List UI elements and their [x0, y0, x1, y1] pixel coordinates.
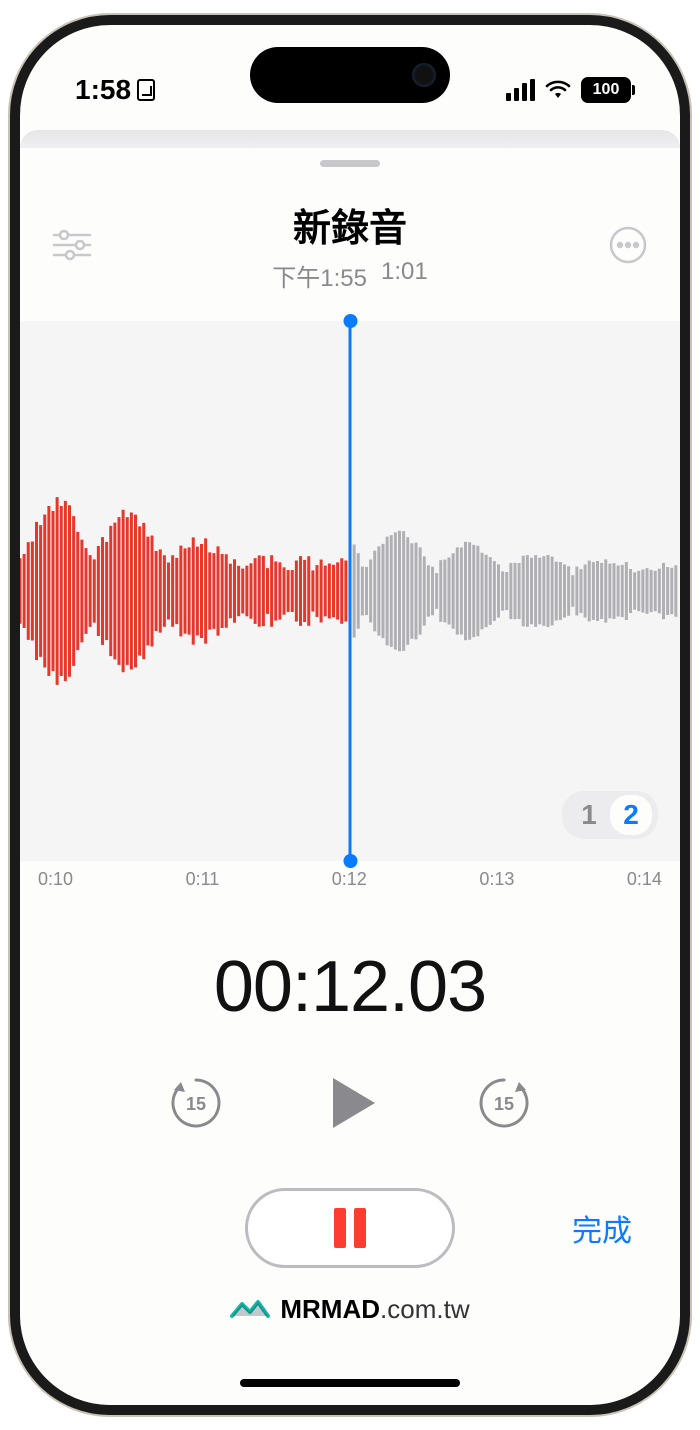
mute-switch	[10, 285, 12, 325]
battery-pct: 100	[593, 81, 620, 99]
clock-label: 1:58	[75, 74, 131, 106]
tick-label: 0:10	[38, 869, 73, 890]
recording-created-time: 下午1:55	[272, 258, 367, 293]
pause-icon	[354, 1208, 366, 1248]
sheet-grabber[interactable]	[320, 160, 380, 167]
wifi-icon	[545, 80, 571, 100]
dynamic-island	[250, 47, 450, 103]
tick-label: 0:11	[186, 869, 220, 890]
skip-forward-15-button[interactable]: 15	[475, 1074, 533, 1132]
more-options-button[interactable]	[606, 223, 650, 267]
tick-label: 0:12	[332, 869, 367, 890]
battery-icon: 100	[581, 77, 635, 103]
playhead-indicator[interactable]	[349, 321, 352, 861]
sheet-header: 新錄音 下午1:55 1:01	[20, 167, 680, 293]
elapsed-time: 00:12.03	[20, 946, 680, 1028]
sheet-backdrop	[20, 130, 680, 148]
sim-icon	[137, 79, 155, 101]
watermark: MRMAD.com.tw	[20, 1294, 680, 1325]
phone-frame: 1:58 100	[10, 15, 690, 1415]
play-button[interactable]	[315, 1068, 385, 1138]
home-indicator[interactable]	[240, 1379, 460, 1387]
volume-down	[10, 465, 12, 545]
cellular-icon	[506, 79, 535, 101]
tick-label: 0:13	[479, 869, 514, 890]
layer-1-button[interactable]: 1	[568, 795, 610, 835]
done-button[interactable]: 完成	[572, 1206, 632, 1250]
volume-up	[10, 365, 12, 445]
recording-sheet: 新錄音 下午1:55 1:01 1	[20, 148, 680, 1405]
watermark-domain: .com.tw	[380, 1294, 470, 1324]
svg-text:15: 15	[186, 1094, 206, 1114]
pause-record-button[interactable]	[245, 1188, 455, 1268]
transport-controls: 15 15	[20, 1068, 680, 1138]
screen: 1:58 100	[20, 25, 680, 1405]
layer-2-button[interactable]: 2	[610, 795, 652, 835]
waveform-area[interactable]: 1 2	[20, 321, 680, 861]
power-button	[688, 405, 690, 525]
bottom-controls: 完成	[20, 1188, 680, 1268]
svg-text:15: 15	[494, 1094, 514, 1114]
tick-label: 0:14	[627, 869, 662, 890]
layer-selector[interactable]: 1 2	[562, 791, 658, 839]
pause-icon	[334, 1208, 346, 1248]
recording-duration: 1:01	[381, 258, 428, 293]
front-camera-icon	[412, 63, 436, 87]
watermark-brand: MRMAD	[280, 1294, 380, 1324]
skip-back-15-button[interactable]: 15	[167, 1074, 225, 1132]
settings-sliders-icon[interactable]	[50, 223, 94, 267]
recording-title[interactable]: 新錄音	[272, 197, 427, 252]
watermark-logo-icon	[230, 1298, 270, 1322]
